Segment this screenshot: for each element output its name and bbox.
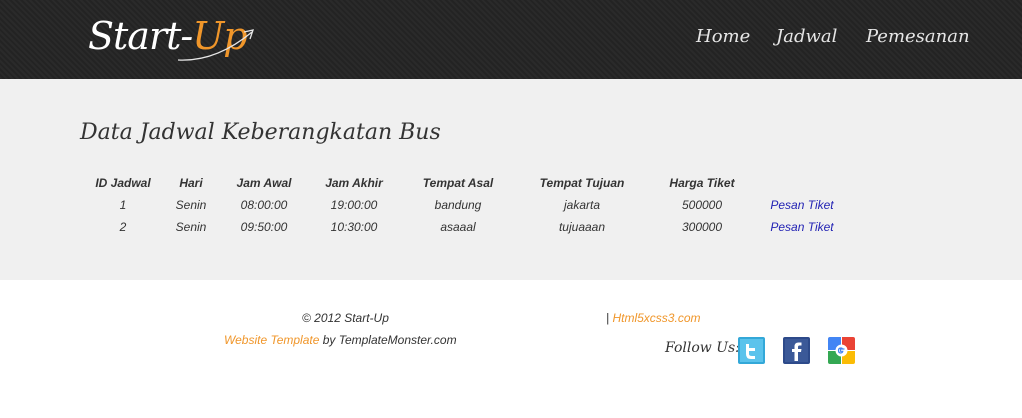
nav-home[interactable]: Home bbox=[696, 26, 750, 47]
pesan-tiket-link[interactable]: Pesan Tiket bbox=[770, 220, 833, 234]
separator: | bbox=[606, 311, 610, 325]
cell-origin: asaaal bbox=[440, 220, 476, 234]
cell-origin: bandung bbox=[434, 198, 482, 212]
column-header: Tempat Asal bbox=[422, 176, 494, 190]
nav-pemesanan[interactable]: Pemesanan bbox=[866, 26, 970, 47]
column-header: Jam Awal bbox=[236, 176, 292, 190]
cell-start-time: 09:50:00 bbox=[240, 220, 288, 234]
twitter-icon[interactable] bbox=[738, 337, 765, 364]
cell-day: Senin bbox=[175, 198, 207, 212]
follow-us-label: Follow Us: bbox=[665, 340, 740, 356]
footer-site: | Html5xcss3.com bbox=[606, 311, 700, 325]
cell-end-time: 10:30:00 bbox=[330, 220, 378, 234]
html5xcss3-link[interactable]: Html5xcss3.com bbox=[612, 311, 700, 325]
page-title: Data Jadwal Keberangkatan Bus bbox=[80, 120, 441, 145]
cell-id: 1 bbox=[119, 198, 127, 212]
copyright: © 2012 Start-Up bbox=[302, 311, 389, 325]
footer-credit: Website Template by TemplateMonster.com bbox=[224, 333, 457, 347]
column-header: ID Jadwal bbox=[95, 176, 151, 190]
cell-destination: jakarta bbox=[563, 198, 601, 212]
column-header: Hari bbox=[179, 176, 203, 190]
by-text: by TemplateMonster.com bbox=[319, 333, 457, 347]
cell-action: Pesan Tiket bbox=[752, 194, 852, 216]
cell-action: Pesan Tiket bbox=[752, 216, 852, 238]
column-header: Harga Tiket bbox=[669, 176, 735, 190]
website-template-link[interactable]: Website Template bbox=[224, 333, 319, 347]
logo-swoosh-icon bbox=[177, 29, 254, 61]
cell-destination: tujuaaan bbox=[558, 220, 606, 234]
table-row: 1 Senin 08:00:00 19:00:00 bandung jakart… bbox=[88, 194, 852, 216]
cell-price: 500000 bbox=[681, 198, 723, 212]
cell-price: 300000 bbox=[681, 220, 723, 234]
column-header bbox=[752, 172, 852, 194]
column-header: Tempat Tujuan bbox=[539, 176, 625, 190]
table-row: 2 Senin 09:50:00 10:30:00 asaaal tujuaaa… bbox=[88, 216, 852, 238]
column-header: Jam Akhir bbox=[325, 176, 383, 190]
cell-end-time: 19:00:00 bbox=[330, 198, 378, 212]
cell-id: 2 bbox=[119, 220, 127, 234]
pesan-tiket-link[interactable]: Pesan Tiket bbox=[770, 198, 833, 212]
nav-jadwal[interactable]: Jadwal bbox=[776, 26, 837, 47]
cell-start-time: 08:00:00 bbox=[240, 198, 288, 212]
main-content: Data Jadwal Keberangkatan Bus ID Jadwal … bbox=[0, 79, 1022, 280]
schedule-table: ID Jadwal Hari Jam Awal Jam Akhir Tempat… bbox=[88, 172, 852, 238]
header: Start-Up Home Jadwal Pemesanan bbox=[0, 0, 1022, 79]
table-header-row: ID Jadwal Hari Jam Awal Jam Akhir Tempat… bbox=[88, 172, 852, 194]
facebook-icon[interactable] bbox=[783, 337, 810, 364]
cell-day: Senin bbox=[175, 220, 207, 234]
google-icon[interactable] bbox=[828, 337, 855, 364]
